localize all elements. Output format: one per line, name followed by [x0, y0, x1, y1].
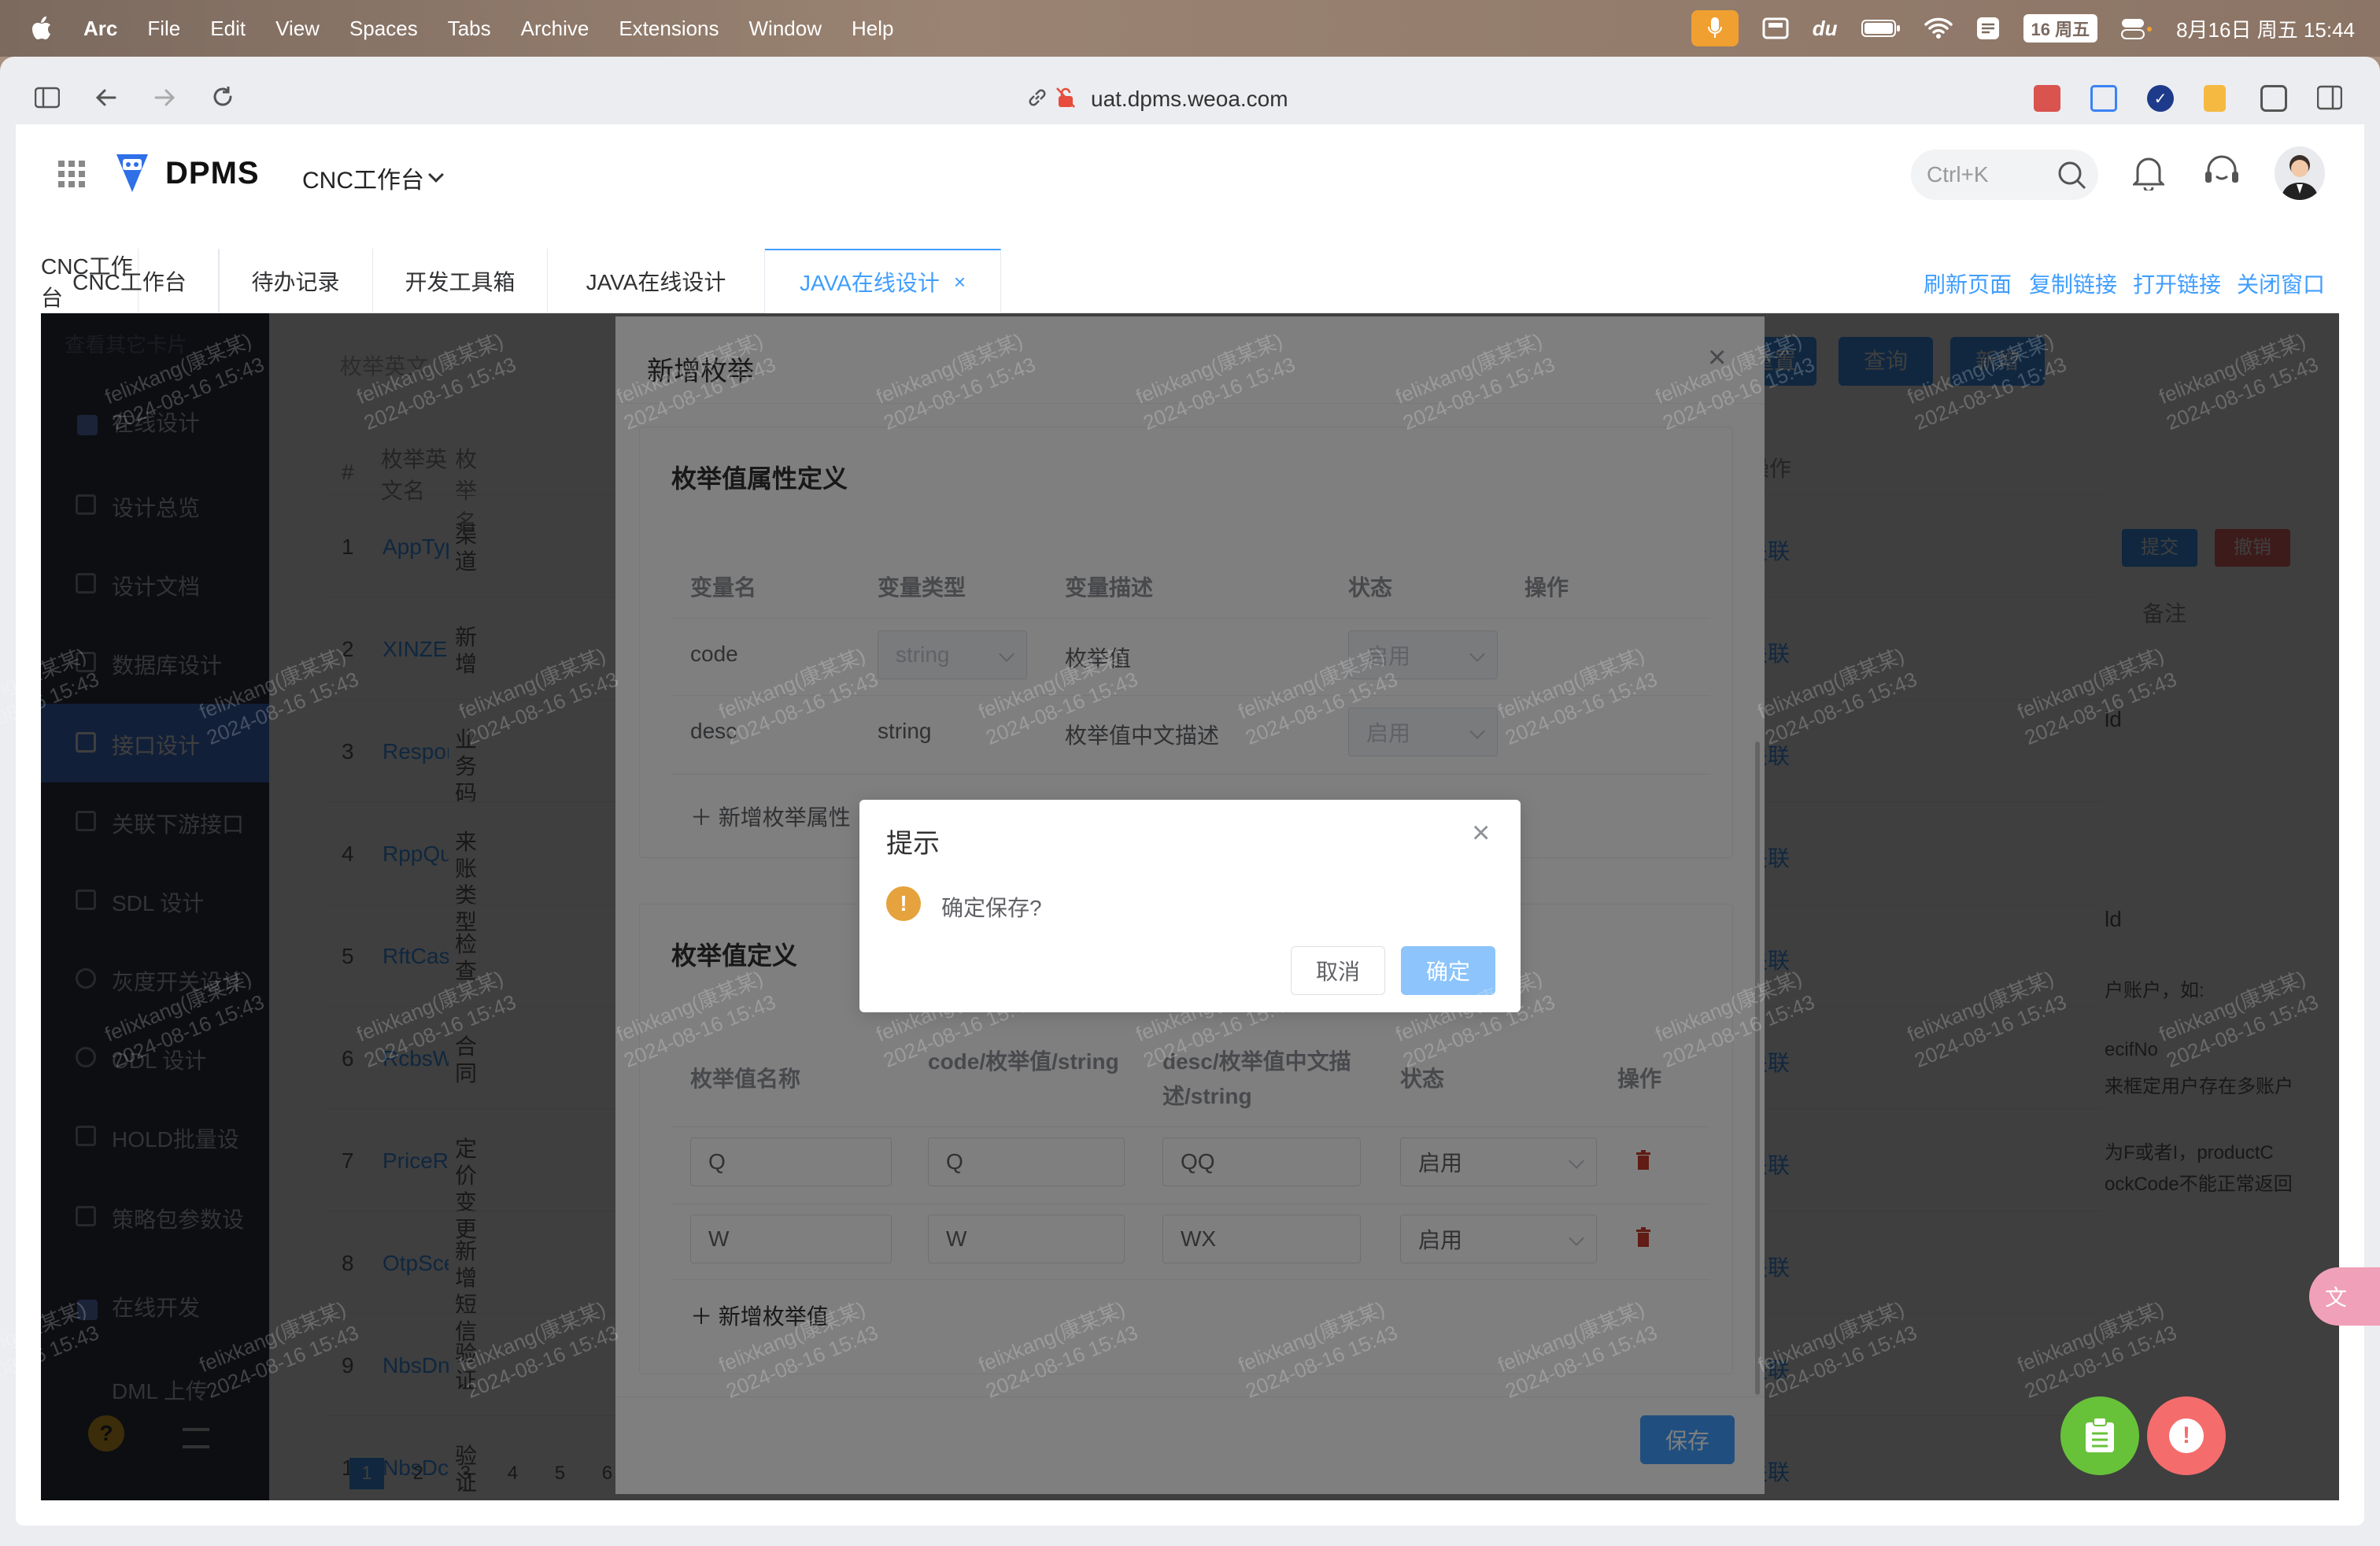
microphone-icon[interactable]: [1691, 10, 1739, 46]
tab-todo-label: 待办记录: [251, 270, 340, 294]
control-center-icon[interactable]: [2121, 17, 2153, 40]
menu-help[interactable]: Help: [852, 17, 893, 41]
exclamation-icon: !: [2169, 1418, 2204, 1453]
notes-icon[interactable]: [1976, 17, 2000, 40]
global-search[interactable]: Ctrl+K: [1911, 150, 2098, 200]
bell-icon[interactable]: [2131, 154, 2166, 196]
insecure-lock-icon[interactable]: [1056, 87, 1075, 109]
extension-note-icon[interactable]: [2204, 85, 2226, 112]
tab-todo[interactable]: 待办记录: [219, 249, 373, 313]
battery-icon: [1861, 19, 1901, 38]
link-icon[interactable]: [1026, 87, 1048, 109]
apps-grid-icon[interactable]: [58, 161, 85, 187]
tab-dev-toolbox-label: 开发工具箱: [405, 270, 516, 294]
workspace-label: CNC工作台: [302, 168, 424, 194]
cancel-button[interactable]: 取消: [1291, 946, 1385, 995]
calendar-badge[interactable]: 16 周五: [2023, 14, 2098, 43]
menu-extensions[interactable]: Extensions: [619, 17, 719, 41]
wifi-icon[interactable]: [1924, 17, 1953, 39]
tab-java-design-2-label: JAVA在线设计: [799, 271, 940, 295]
address-url[interactable]: uat.dpms.weoa.com: [1091, 87, 1288, 112]
dpms-logo-icon: [115, 153, 150, 199]
menubar-datetime[interactable]: 8月16日 周五 15:44: [2176, 14, 2355, 43]
tab-cnc-label: CNC工作台: [72, 270, 187, 294]
menu-window[interactable]: Window: [749, 17, 822, 41]
alert-float-icon[interactable]: !: [2147, 1396, 2226, 1475]
search-icon[interactable]: [2057, 161, 2087, 196]
tab-close-icon[interactable]: ×: [954, 270, 966, 294]
translate-float-icon[interactable]: 文: [2309, 1267, 2380, 1326]
close-window-link[interactable]: 关闭窗口: [2237, 268, 2325, 299]
menu-edit[interactable]: Edit: [210, 17, 246, 41]
forward-arrow-icon[interactable]: [153, 87, 176, 109]
apple-logo-icon[interactable]: [31, 17, 52, 40]
tab-java-design-1[interactable]: JAVA在线设计: [548, 249, 765, 313]
sidebar-toggle-icon[interactable]: [35, 87, 60, 109]
workspace-switcher[interactable]: CNC工作台: [302, 161, 444, 195]
menu-view[interactable]: View: [275, 17, 320, 41]
confirm-message: 确定保存?: [941, 896, 1042, 920]
search-input[interactable]: Ctrl+K: [1927, 162, 1989, 187]
tab-java-design-2[interactable]: JAVA在线设计 ×: [765, 249, 1001, 313]
back-arrow-icon[interactable]: [94, 87, 118, 109]
split-view-icon[interactable]: [2317, 85, 2342, 110]
copy-link-link[interactable]: 复制链接: [2029, 268, 2117, 299]
extension-edit-icon[interactable]: [2090, 85, 2117, 112]
menu-app-name[interactable]: Arc: [83, 17, 117, 41]
menu-file[interactable]: File: [147, 17, 180, 41]
menu-spaces[interactable]: Spaces: [349, 17, 418, 41]
open-link-link[interactable]: 打开链接: [2133, 268, 2221, 299]
chevron-down-icon: [428, 167, 444, 183]
confirm-close-icon[interactable]: ×: [1472, 816, 1490, 851]
clipboard-float-icon[interactable]: [2060, 1396, 2139, 1475]
du-icon[interactable]: du: [1813, 17, 1838, 41]
extension-calendar-icon[interactable]: [2034, 85, 2060, 112]
confirm-title: 提示: [886, 829, 940, 859]
extension-check-icon[interactable]: ✓: [2147, 85, 2174, 112]
menu-tabs[interactable]: Tabs: [448, 17, 491, 41]
app-logo-text: DPMS: [165, 156, 260, 190]
mac-menubar: Arc File Edit View Spaces Tabs Archive E…: [0, 0, 2380, 57]
support-headset-icon[interactable]: [2202, 154, 2241, 196]
app-header: DPMS CNC工作台 Ctrl+K: [16, 124, 2364, 222]
tab-dev-toolbox[interactable]: 开发工具箱: [373, 249, 548, 313]
refresh-page-link[interactable]: 刷新页面: [1924, 268, 2012, 299]
tabs-bar: CNC工作台 CNC工作台 待办记录 开发工具箱 JAVA在线设计 JAVA在线…: [41, 249, 2339, 313]
screen-icon[interactable]: [1762, 17, 1789, 40]
confirm-dialog: 提示 × ! 确定保存? 取消 确定: [859, 800, 1521, 1012]
tab-cnc[interactable]: CNC工作台: [41, 249, 219, 313]
reload-icon[interactable]: [211, 85, 235, 109]
menu-archive[interactable]: Archive: [521, 17, 589, 41]
extension-settings-icon[interactable]: [2260, 85, 2287, 112]
user-avatar[interactable]: [2275, 146, 2325, 200]
tab-java-design-1-label: JAVA在线设计: [586, 270, 726, 294]
warning-icon: !: [886, 886, 921, 921]
